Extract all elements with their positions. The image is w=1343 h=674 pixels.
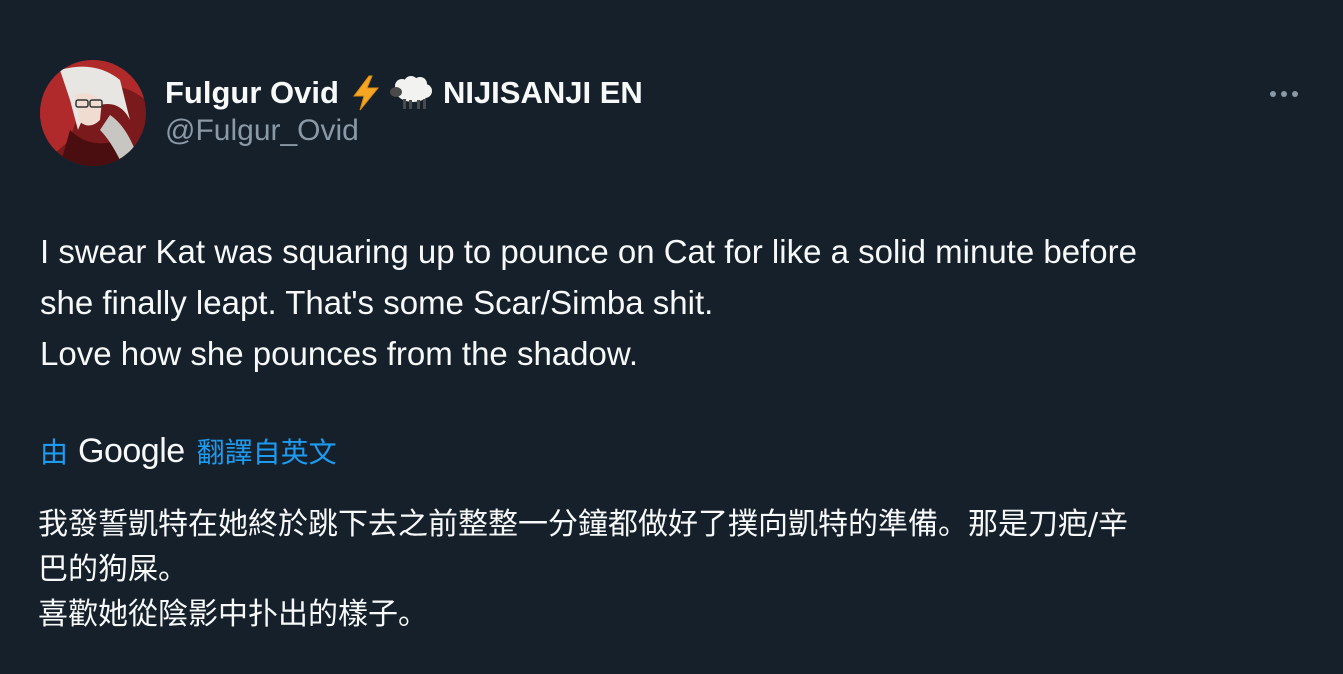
sheep-icon: [389, 76, 433, 110]
translated-text-line: 巴的狗屎。: [38, 552, 188, 587]
translated-from-label[interactable]: 翻譯自英文: [197, 431, 337, 471]
tweet-text-line: I swear Kat was squaring up to pounce on…: [40, 233, 1137, 270]
avatar-image: [40, 60, 146, 166]
more-options-icon: [1270, 91, 1298, 97]
tweet-text: I swear Kat was squaring up to pounce on…: [40, 226, 1320, 379]
translated-text: 我發誓凱特在她終於跳下去之前整整一分鐘都做好了撲向凱特的準備。那是刀疤/辛 巴的…: [38, 502, 1328, 637]
translated-by-label: 由: [40, 437, 69, 468]
translated-text-line: 喜歡她從陰影中扑出的樣子。: [38, 597, 428, 632]
tweet-text-line: she finally leapt. That's some Scar/Simb…: [40, 284, 714, 321]
translated-text-line: 我發誓凱特在她終於跳下去之前整整一分鐘都做好了撲向凱特的準備。那是刀疤/辛: [38, 507, 1129, 542]
author-name: Fulgur Ovid: [165, 75, 339, 110]
tweet-text-line: Love how she pounces from the shadow.: [40, 335, 639, 372]
author-name-suffix: NIJISANJI EN: [442, 75, 643, 110]
avatar[interactable]: [40, 60, 146, 166]
more-options-button[interactable]: [1264, 80, 1304, 108]
lightning-bolt-icon: [351, 75, 381, 111]
author-handle[interactable]: @Fulgur_Ovid: [165, 114, 359, 148]
translation-attribution[interactable]: 由 Google 翻譯自英文: [40, 428, 337, 474]
author-display-name[interactable]: Fulgur Ovid NIJISANJI EN: [165, 72, 643, 114]
google-logo: Google: [78, 431, 185, 470]
